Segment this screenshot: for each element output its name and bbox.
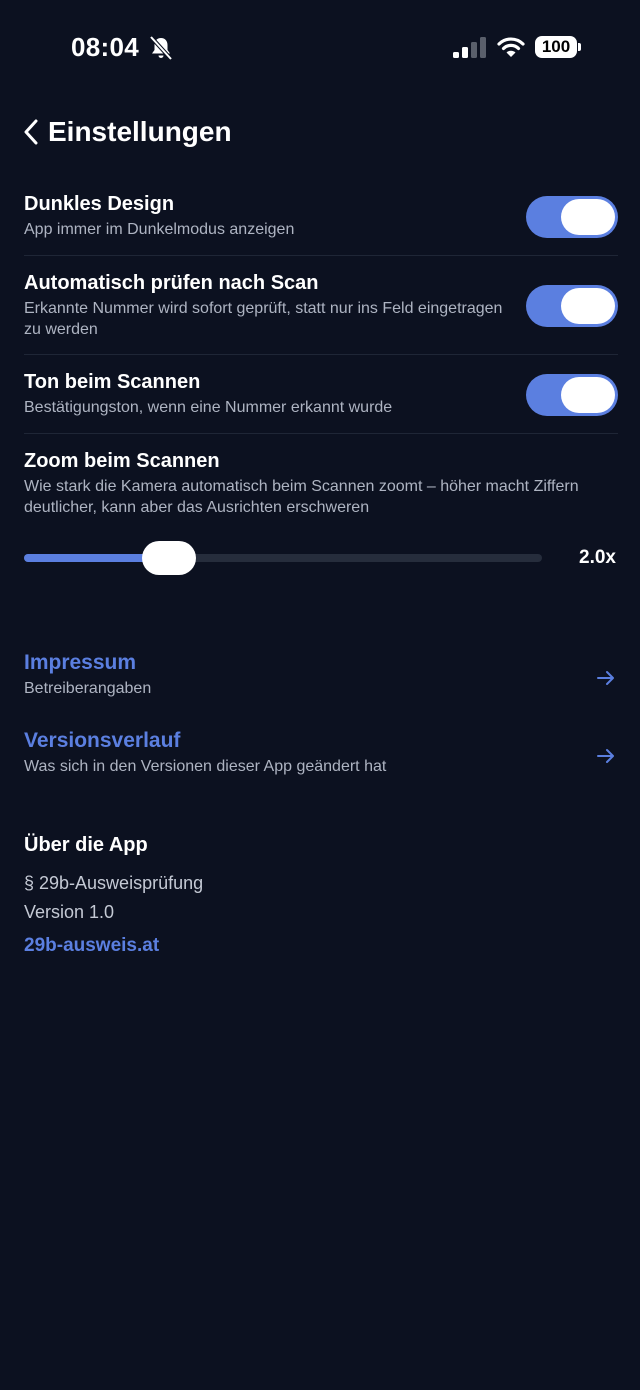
setting-scan-zoom: Zoom beim Scannen Wie stark die Kamera a…: [24, 448, 618, 518]
divider: [24, 433, 618, 434]
link-description: Betreiberangaben: [24, 680, 152, 697]
setting-title: Zoom beim Scannen: [24, 450, 220, 472]
battery-nub: [578, 43, 581, 51]
setting-description: Bestätigungston, wenn eine Nummer erkann…: [24, 399, 393, 416]
toggle-knob: [561, 199, 615, 235]
impressum-link[interactable]: Impressum Betreiberangaben: [24, 650, 618, 706]
arrow-right-icon: [597, 749, 614, 763]
setting-scan-sound: Ton beim Scannen Bestätigungston, wenn e…: [24, 369, 618, 418]
setting-description: Erkannte Nummer wird sofort geprüft, sta…: [24, 300, 503, 338]
back-chevron-icon[interactable]: [20, 117, 42, 147]
header: Einstellungen: [20, 112, 232, 152]
setting-description: Wie stark die Kamera automatisch beim Sc…: [24, 478, 579, 516]
bell-off-icon: [149, 35, 173, 61]
divider: [24, 255, 618, 256]
setting-description: App immer im Dunkelmodus anzeigen: [24, 221, 295, 238]
auto-check-toggle[interactable]: [526, 285, 618, 327]
toggle-knob: [561, 288, 615, 324]
status-bar: 08:04 100: [0, 0, 640, 95]
status-time: 08:04: [71, 32, 139, 62]
divider: [24, 354, 618, 355]
battery-indicator: 100: [535, 36, 577, 58]
page-title: Einstellungen: [48, 116, 232, 147]
link-description: Was sich in den Versionen dieser App geä…: [24, 758, 387, 775]
about-title: Über die App: [24, 834, 148, 856]
website-link[interactable]: 29b-ausweis.at: [24, 933, 159, 959]
wifi-icon: [497, 37, 525, 57]
link-title: Versionsverlauf: [24, 729, 181, 752]
changelog-link[interactable]: Versionsverlauf Was sich in den Versione…: [24, 728, 618, 784]
setting-auto-check: Automatisch prüfen nach Scan Erkannte Nu…: [24, 270, 618, 340]
signal-icon: [453, 37, 486, 58]
setting-dark-mode: Dunkles Design App immer im Dunkelmodus …: [24, 191, 618, 240]
setting-title: Automatisch prüfen nach Scan: [24, 272, 319, 294]
slider-thumb[interactable]: [142, 541, 196, 575]
about-version: Version 1.0: [24, 902, 115, 922]
link-title: Impressum: [24, 651, 137, 674]
toggle-knob: [561, 377, 615, 413]
zoom-value-label: 2.0x: [579, 547, 616, 568]
scan-sound-toggle[interactable]: [526, 374, 618, 416]
arrow-right-icon: [597, 671, 614, 685]
about-app-name: § 29b-Ausweisprüfung: [24, 873, 204, 893]
dark-mode-toggle[interactable]: [526, 196, 618, 238]
zoom-slider[interactable]: [24, 538, 542, 578]
